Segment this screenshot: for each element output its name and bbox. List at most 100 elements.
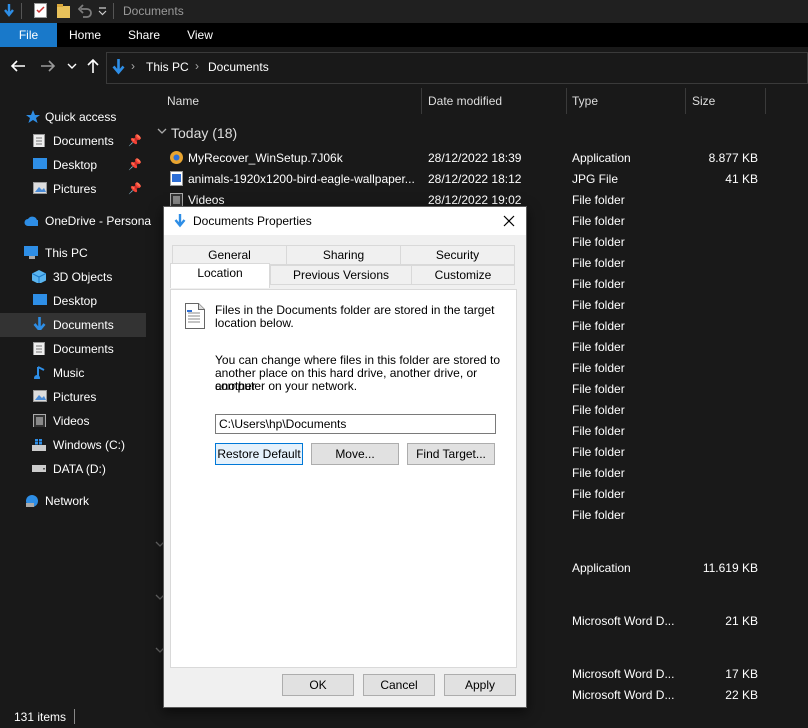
folder-row-type: File folder — [572, 424, 625, 438]
close-icon[interactable] — [503, 215, 515, 227]
location-path-input[interactable]: C:\Users\hp\Documents — [215, 414, 496, 434]
setup-gear-icon — [170, 151, 183, 164]
tab-view[interactable]: View — [180, 23, 220, 47]
forward-arrow-icon[interactable] — [40, 59, 56, 73]
folder-row-type: File folder — [572, 487, 625, 501]
image-file-icon — [170, 171, 183, 186]
star-icon — [26, 110, 40, 123]
nav-data-d[interactable]: DATA (D:) — [0, 457, 146, 481]
breadcrumb-separator: › — [195, 59, 199, 73]
tab-customize[interactable]: Customize — [411, 265, 515, 285]
folder-row-type: File folder — [572, 466, 625, 480]
pin-icon: 📌 — [128, 159, 142, 171]
column-header-size[interactable]: Size — [692, 94, 715, 110]
documents-down-arrow-icon — [33, 317, 46, 330]
cloud-icon — [24, 216, 38, 226]
folder-row-type: File folder — [572, 298, 625, 312]
document-icon — [33, 342, 45, 355]
pin-icon: 📌 — [128, 183, 142, 195]
tab-general[interactable]: General — [172, 245, 287, 265]
nav-quick-documents[interactable]: Documents 📌 — [0, 129, 146, 153]
nav-3d-objects[interactable]: 3D Objects — [0, 265, 146, 289]
system-drive-icon — [32, 439, 46, 451]
desktop-icon — [33, 294, 47, 305]
nav-documents-selected[interactable]: Documents — [0, 313, 146, 337]
undo-icon[interactable] — [78, 4, 92, 18]
documents-down-arrow-icon — [174, 214, 186, 228]
ribbon-tabs: File Home Share View — [0, 23, 808, 47]
folder-row-type: File folder — [572, 340, 625, 354]
breadcrumb-documents[interactable]: Documents — [208, 60, 269, 74]
computer-icon — [24, 246, 38, 259]
folder-row-type: File folder — [572, 277, 625, 291]
folder-row-type: File folder — [572, 361, 625, 375]
move-button[interactable]: Move... — [311, 443, 399, 465]
nav-documents[interactable]: Documents — [0, 337, 146, 361]
breadcrumb-this-pc[interactable]: This PC — [146, 60, 189, 74]
info-text-line-2: location below. — [215, 316, 294, 330]
title-bar: Documents — [0, 0, 808, 24]
nav-desktop[interactable]: Desktop — [0, 289, 146, 313]
nav-music[interactable]: Music — [0, 361, 146, 385]
pictures-icon — [33, 182, 47, 194]
folder-row-type: File folder — [572, 319, 625, 333]
folder-row-type: File folder — [572, 403, 625, 417]
up-arrow-icon[interactable] — [86, 58, 100, 74]
back-arrow-icon[interactable] — [10, 59, 26, 73]
music-note-icon — [34, 366, 45, 379]
document-icon — [185, 303, 205, 329]
address-bar[interactable]: › This PC › Documents — [106, 52, 808, 84]
nav-pictures[interactable]: Pictures — [0, 385, 146, 409]
nav-quick-pictures[interactable]: Pictures 📌 — [0, 177, 146, 201]
folder-row-type: File folder — [572, 382, 625, 396]
nav-quick-access[interactable]: Quick access — [0, 105, 146, 129]
pin-icon: 📌 — [128, 135, 142, 147]
tab-location[interactable]: Location — [170, 263, 270, 288]
file-row[interactable]: MyRecover_WinSetup.7J06k 28/12/2022 18:3… — [150, 148, 808, 169]
column-header-name[interactable]: Name — [167, 94, 199, 110]
find-target-button[interactable]: Find Target... — [407, 443, 495, 465]
group-collapse-chevron-icon[interactable] — [157, 128, 167, 135]
properties-icon[interactable] — [34, 3, 47, 18]
group-header-today[interactable]: Today (18) — [171, 125, 237, 141]
nav-windows-c[interactable]: Windows (C:) — [0, 433, 146, 457]
apply-button[interactable]: Apply — [444, 674, 516, 696]
tab-sharing[interactable]: Sharing — [286, 245, 401, 265]
cancel-button[interactable]: Cancel — [363, 674, 435, 696]
nav-videos[interactable]: Videos — [0, 409, 146, 433]
document-icon — [33, 134, 45, 147]
nav-this-pc[interactable]: This PC — [0, 241, 146, 265]
folder-row-type: File folder — [572, 445, 625, 459]
column-header-date-modified[interactable]: Date modified — [428, 94, 502, 110]
dialog-title-bar[interactable]: Documents Properties — [164, 207, 526, 235]
tab-share[interactable]: Share — [122, 23, 166, 47]
desktop-icon — [33, 158, 47, 169]
folder-row-type: File folder — [572, 214, 625, 228]
window-title: Documents — [123, 4, 184, 18]
folder-row-type: File folder — [572, 508, 625, 522]
recent-locations-chevron-icon[interactable] — [67, 63, 77, 70]
tab-security[interactable]: Security — [400, 245, 515, 265]
file-row[interactable]: animals-1920x1200-bird-eagle-wallpaper..… — [150, 169, 808, 190]
customize-toolbar-chevron-icon[interactable] — [98, 7, 107, 16]
nav-network[interactable]: Network — [0, 489, 146, 513]
cube-icon — [32, 270, 46, 283]
quick-access-down-arrow-icon[interactable] — [3, 4, 15, 18]
ok-button[interactable]: OK — [282, 674, 354, 696]
documents-down-arrow-icon — [112, 59, 125, 75]
new-folder-icon[interactable] — [57, 4, 70, 18]
film-icon — [170, 193, 183, 207]
nav-onedrive[interactable]: OneDrive - Persona — [0, 209, 151, 233]
dialog-title: Documents Properties — [193, 214, 312, 228]
pictures-icon — [33, 390, 47, 402]
tab-previous-versions[interactable]: Previous Versions — [270, 265, 412, 285]
nav-quick-desktop[interactable]: Desktop 📌 — [0, 153, 146, 177]
tab-file[interactable]: File — [0, 23, 57, 47]
location-tab-panel: Files in the Documents folder are stored… — [170, 289, 517, 668]
folder-row-type: File folder — [572, 256, 625, 270]
restore-default-button[interactable]: Restore Default — [215, 443, 303, 465]
change-text-line-3: computer on your network. — [215, 379, 358, 393]
column-header-type[interactable]: Type — [572, 94, 598, 110]
tab-home[interactable]: Home — [64, 23, 106, 47]
item-count: 131 items — [14, 710, 67, 724]
